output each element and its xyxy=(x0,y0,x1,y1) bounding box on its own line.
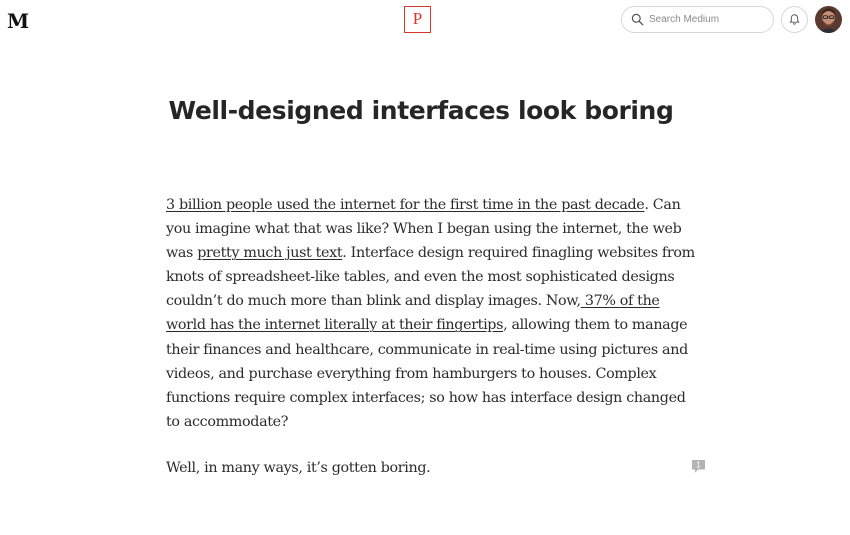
link-pretty-much-just-text[interactable]: pretty much just text xyxy=(197,245,342,261)
notifications-button[interactable] xyxy=(781,6,808,33)
paragraph-line: you imagine what that was like? When I b… xyxy=(166,221,682,238)
search-box[interactable] xyxy=(621,6,774,33)
search-input[interactable] xyxy=(649,14,769,25)
paragraph-line: was pretty much just text. Interface des… xyxy=(166,241,695,265)
text-fragment: . Can xyxy=(644,197,681,213)
user-avatar[interactable] xyxy=(815,6,842,33)
search-icon xyxy=(631,13,644,26)
paragraph-line: knots of spreadsheet-like tables, and ev… xyxy=(166,269,675,286)
paragraph-line: their finances and healthcare, communica… xyxy=(166,341,688,358)
text-fragment: couldn’t do much more than blink and dis… xyxy=(166,293,581,310)
text-fragment: was xyxy=(166,245,198,262)
comment-count: 1 xyxy=(696,461,701,470)
paragraph-line: world has the internet literally at thei… xyxy=(166,313,688,337)
article-paragraph-1: 3 billion people used the internet for t… xyxy=(166,193,695,434)
link-3-billion-people[interactable]: 3 billion people used the internet for t… xyxy=(166,197,645,213)
comment-icon[interactable]: 1 xyxy=(691,459,706,474)
link-37-percent-world-cont[interactable]: world has the internet literally at thei… xyxy=(166,317,503,333)
publication-logo[interactable]: P xyxy=(404,6,431,33)
paragraph-line: couldn’t do much more than blink and dis… xyxy=(166,289,681,313)
article-title: Well-designed interfaces look boring xyxy=(168,96,674,125)
medium-logo[interactable]: M xyxy=(7,9,29,33)
bell-icon xyxy=(789,14,800,25)
paragraph-line: videos, and purchase everything from ham… xyxy=(166,365,657,382)
text-fragment: , allowing them to manage xyxy=(503,317,688,334)
top-bar: M P xyxy=(0,0,850,40)
avatar-image xyxy=(815,6,842,33)
paragraph-line: to accommodate? xyxy=(166,413,289,430)
article-paragraph-2: Well, in many ways, it’s gotten boring. xyxy=(166,460,431,476)
text-fragment: . Interface design required finagling we… xyxy=(342,245,695,262)
link-37-percent-world[interactable]: 37% of the xyxy=(581,293,660,309)
paragraph-line: functions require complex interfaces; so… xyxy=(166,389,686,406)
paragraph-line: 3 billion people used the internet for t… xyxy=(166,193,681,217)
